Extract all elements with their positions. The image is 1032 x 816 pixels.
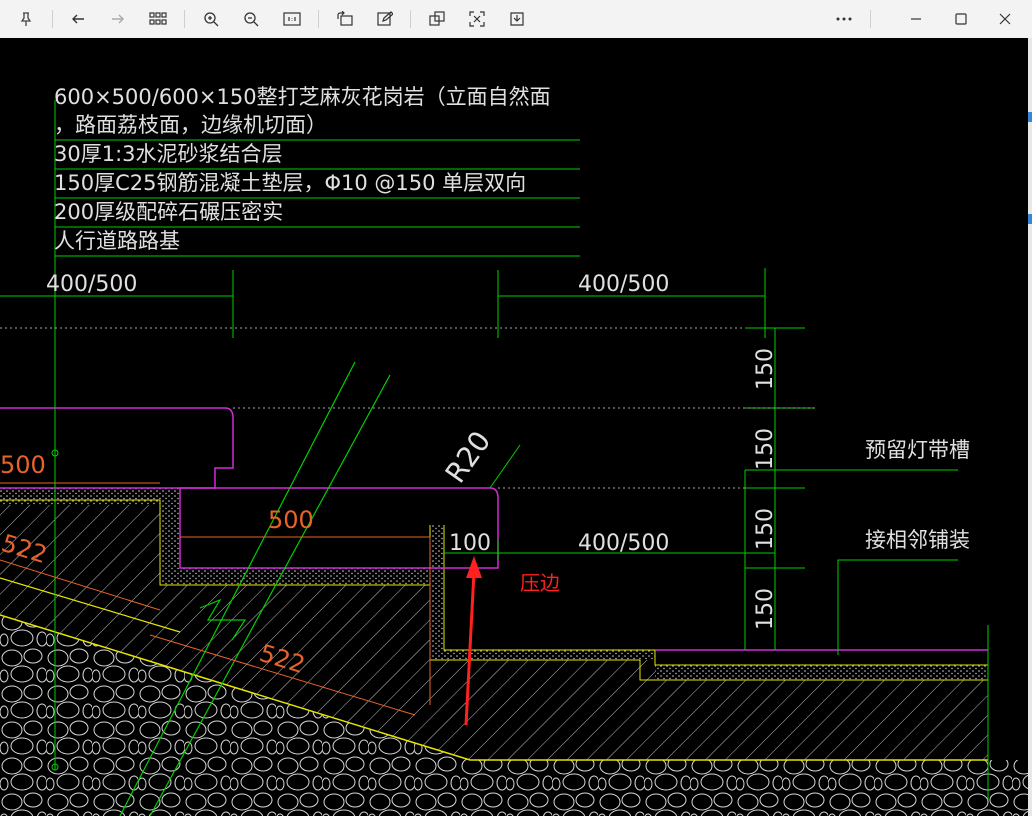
edge-marker — [1028, 214, 1032, 224]
edge-marker — [1028, 112, 1032, 122]
save-button[interactable] — [503, 5, 531, 33]
note-line-4: 150厚C25钢筋混凝土垫层，Φ10 @150 单层双向 — [54, 171, 526, 195]
actual-size-button[interactable] — [278, 5, 306, 33]
zoom-out-icon — [244, 12, 259, 27]
forward-button[interactable] — [104, 5, 132, 33]
drawing-canvas[interactable]: 600×500/600×150整打芝麻灰花岗岩（立面自然面 ，路面荔枝面，边缘机… — [0, 38, 1028, 816]
note-line-2: ，路面荔枝面，边缘机切面） — [54, 113, 327, 137]
granite-slab-outline — [179, 487, 499, 569]
dim-500-left: 500 — [0, 451, 46, 479]
dim-150-3: 150 — [753, 508, 778, 550]
dim-top-left: 400/500 — [46, 272, 137, 297]
select-button[interactable] — [463, 5, 491, 33]
more-dots-icon — [836, 17, 852, 21]
viewer-toolbar — [0, 0, 1032, 39]
note-line-6: 人行道路路基 — [54, 229, 180, 253]
minimize-icon — [911, 18, 921, 20]
note-line-1: 600×500/600×150整打芝麻灰花岗岩（立面自然面 — [54, 85, 551, 109]
dim-mid-right: 400/500 — [578, 531, 669, 556]
zoom-in-button[interactable] — [197, 5, 225, 33]
dim-150-1: 150 — [753, 348, 778, 390]
label-adjacent-paving: 接相邻铺装 — [865, 528, 970, 552]
arrow-right-icon — [112, 14, 124, 24]
rotate-icon — [337, 11, 353, 26]
note-line-5: 200厚级配碎石碾压密实 — [54, 200, 283, 224]
toolbar-divider — [410, 10, 411, 28]
copy-image-icon — [429, 11, 445, 26]
note-line-3: 30厚1:3水泥砂浆结合层 — [54, 142, 283, 166]
zoom-in-icon — [204, 12, 219, 27]
dim-top-right: 400/500 — [578, 272, 669, 297]
rotate-button[interactable] — [331, 5, 359, 33]
actual-size-icon — [283, 12, 301, 26]
dim-100: 100 — [449, 531, 491, 556]
copy-button[interactable] — [423, 5, 451, 33]
toolbar-divider — [184, 10, 185, 28]
toolbar-divider — [870, 10, 871, 28]
more-button[interactable] — [830, 5, 858, 33]
thumbnails-button[interactable] — [144, 5, 172, 33]
dim-r20: R20 — [439, 425, 498, 489]
minimize-button[interactable] — [902, 5, 930, 33]
dim-500-mid: 500 — [268, 506, 314, 534]
pin-icon — [20, 12, 32, 26]
close-icon — [999, 13, 1011, 25]
toolbar-divider — [318, 10, 319, 28]
zoom-out-button[interactable] — [237, 5, 265, 33]
label-press-edge: 压边 — [520, 571, 560, 595]
edit-icon — [377, 11, 393, 26]
save-icon — [510, 12, 524, 26]
grid-icon — [149, 12, 167, 25]
maximize-icon — [955, 13, 967, 25]
press-edge-arrowhead — [466, 556, 482, 578]
maximize-button[interactable] — [947, 5, 975, 33]
pin-button[interactable] — [12, 5, 40, 33]
window-edge — [1028, 38, 1032, 816]
select-area-icon — [469, 11, 485, 27]
close-button[interactable] — [991, 5, 1019, 33]
arrow-left-icon — [72, 14, 84, 24]
toolbar-divider — [52, 10, 53, 28]
edit-button[interactable] — [371, 5, 399, 33]
dim-150-2: 150 — [753, 428, 778, 470]
cad-drawing: 600×500/600×150整打芝麻灰花岗岩（立面自然面 ，路面荔枝面，边缘机… — [0, 85, 1028, 816]
label-light-groove: 预留灯带槽 — [865, 438, 970, 462]
back-button[interactable] — [64, 5, 92, 33]
dim-150-4: 150 — [753, 588, 778, 630]
